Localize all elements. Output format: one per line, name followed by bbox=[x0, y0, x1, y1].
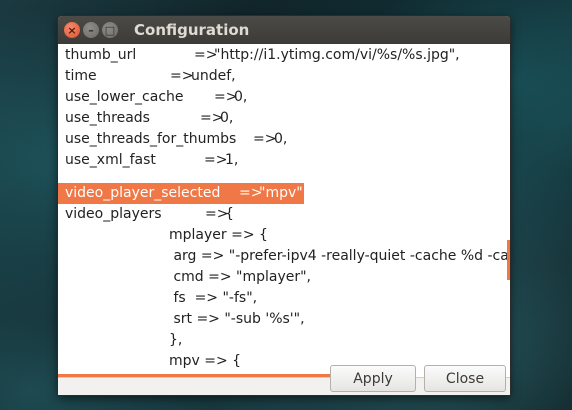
config-key: use_lower_cache bbox=[65, 89, 184, 105]
minimize-window-icon[interactable]: – bbox=[83, 22, 99, 38]
config-arrow: => bbox=[170, 68, 194, 84]
config-nested-text: mpv => { bbox=[169, 353, 242, 369]
config-key: thumb_url bbox=[65, 47, 137, 63]
config-line[interactable]: arg => "-prefer-ipv4 -really-quiet -cach… bbox=[65, 246, 510, 267]
config-nested-text: arg => "-prefer-ipv4 -really-quiet -cach… bbox=[169, 248, 510, 264]
window-title: Configuration bbox=[134, 21, 250, 39]
vertical-scrollbar[interactable] bbox=[507, 240, 510, 280]
config-key: video_player_selected bbox=[65, 185, 221, 201]
config-line-selected[interactable]: video_player_selected => "mpv", bbox=[65, 183, 307, 204]
config-line[interactable]: time => undef, bbox=[65, 66, 236, 87]
config-key: use_threads bbox=[65, 110, 150, 126]
config-nested-text: mplayer => { bbox=[169, 227, 268, 243]
config-arrow: => bbox=[253, 131, 277, 147]
config-text-view[interactable]: thumb_url => "http://i1.ytimg.com/vi/%s/… bbox=[58, 44, 510, 377]
config-nested-text: }, bbox=[169, 332, 183, 348]
config-line[interactable]: use_xml_fast => 1, bbox=[65, 150, 238, 171]
config-value: { bbox=[225, 206, 234, 222]
config-value: 0, bbox=[274, 131, 288, 147]
config-nested-text: cmd => "mplayer", bbox=[169, 269, 312, 285]
config-line[interactable]: mpv => { bbox=[65, 351, 241, 372]
config-value: "mpv", bbox=[259, 185, 308, 201]
config-value: undef, bbox=[191, 68, 236, 84]
config-nested-text: srt => "-sub '%s'", bbox=[169, 311, 305, 327]
configuration-window: × – □ Configuration thumb_url => "http:/… bbox=[58, 16, 510, 395]
config-key: use_xml_fast bbox=[65, 152, 156, 168]
config-line[interactable]: use_threads => 0, bbox=[65, 108, 233, 129]
config-line[interactable]: fs => "-fs", bbox=[65, 288, 257, 309]
close-window-icon[interactable]: × bbox=[64, 22, 80, 38]
config-line[interactable]: mplayer => { bbox=[65, 225, 268, 246]
config-line[interactable]: use_lower_cache => 0, bbox=[65, 87, 247, 108]
config-line[interactable]: video_players => { bbox=[65, 204, 234, 225]
config-value: 0, bbox=[220, 110, 234, 126]
config-line[interactable]: use_threads_for_thumbs => 0, bbox=[65, 129, 287, 150]
config-key: use_threads_for_thumbs bbox=[65, 131, 237, 147]
apply-button[interactable]: Apply bbox=[330, 365, 416, 392]
config-arrow: => bbox=[204, 152, 228, 168]
close-button[interactable]: Close bbox=[424, 365, 506, 392]
config-key: time bbox=[65, 68, 97, 84]
config-line[interactable]: thumb_url => "http://i1.ytimg.com/vi/%s/… bbox=[65, 45, 460, 66]
titlebar[interactable]: × – □ Configuration bbox=[58, 16, 510, 44]
config-line[interactable]: }, bbox=[65, 330, 182, 351]
config-value: "http://i1.ytimg.com/vi/%s/%s.jpg", bbox=[214, 47, 460, 63]
config-line[interactable]: srt => "-sub '%s'", bbox=[65, 309, 304, 330]
maximize-window-icon[interactable]: □ bbox=[102, 22, 118, 38]
config-line[interactable]: cmd => "mplayer", bbox=[65, 267, 311, 288]
config-value: 1, bbox=[225, 152, 239, 168]
config-key: video_players bbox=[65, 206, 162, 222]
config-nested-text: fs => "-fs", bbox=[169, 290, 258, 306]
config-value: 0, bbox=[234, 89, 248, 105]
